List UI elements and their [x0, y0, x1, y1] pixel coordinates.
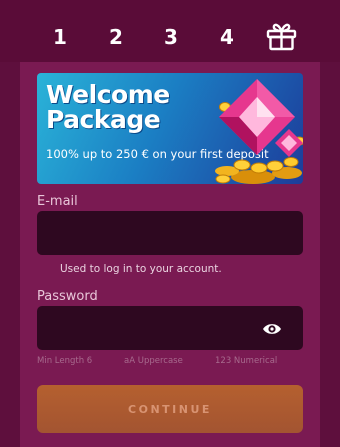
step-3[interactable]: 3	[161, 24, 181, 50]
welcome-package-banner[interactable]: Welcome Package 100% up to 250 € on your…	[37, 73, 303, 184]
step-1[interactable]: 1	[50, 24, 70, 50]
gift-icon[interactable]	[266, 22, 297, 51]
email-label: E-mail	[37, 194, 78, 209]
step-2[interactable]: 2	[106, 24, 126, 50]
banner-title-line-1: Welcome	[46, 80, 170, 109]
password-requirement-numerical: 123 Numerical	[215, 356, 278, 366]
password-requirement-uppercase: aA Uppercase	[124, 356, 183, 366]
step-progress-bar: 1 2 3 4	[0, 0, 340, 62]
step-4[interactable]: 4	[217, 24, 237, 50]
email-field[interactable]	[37, 211, 303, 255]
continue-button[interactable]: CONTINUE	[37, 385, 303, 433]
banner-title: Welcome Package	[46, 82, 206, 132]
password-label: Password	[37, 289, 98, 304]
password-requirement-length: Min Length 6	[37, 356, 93, 366]
banner-title-line-2: Package	[46, 105, 161, 134]
email-hint: Used to log in to your account.	[60, 263, 222, 275]
gem-and-coins-illustration	[215, 79, 303, 184]
gem-icon	[219, 79, 303, 157]
eye-icon[interactable]	[262, 322, 282, 336]
